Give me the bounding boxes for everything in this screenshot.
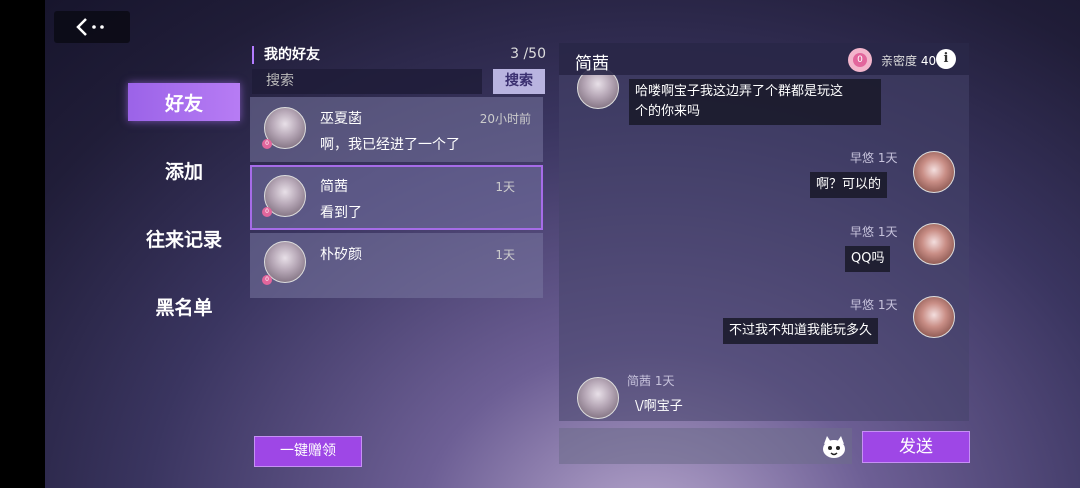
nav-history[interactable]: 往来记录 (128, 219, 240, 257)
intimacy-label: 亲密度 40 (881, 54, 937, 68)
friend-name: 简茜 (320, 179, 348, 195)
nav-add[interactable]: 添加 (128, 151, 240, 189)
friend-time: 20小时前 (479, 112, 531, 126)
chat-bubble: 啊？可以的 (810, 172, 888, 198)
left-edge-bar (0, 0, 45, 488)
intimacy-heart-icon: 0 (848, 48, 872, 72)
chat-header: 简茜 0 亲密度 40 i (559, 43, 969, 75)
avatar (577, 377, 619, 419)
friend-last-message: 看到了 (320, 205, 362, 221)
nav-blacklist[interactable]: 黑名单 (128, 287, 240, 325)
cat-emoji-icon[interactable] (821, 434, 847, 460)
friend-list-header: 我的好友 3 /50 (252, 44, 548, 70)
friend-item-selected[interactable]: 0 简茜 1天 看到了 (250, 165, 543, 230)
sender-meta: 早悠 1天 (850, 298, 898, 312)
friend-item[interactable]: 0 巫夏菡 20小时前 啊，我已经进了一个了 (250, 97, 543, 162)
chat-panel: 哈喽啊宝子我这边弄了个群都是玩这 个的你来吗 早悠 1天 啊？可以的 早悠 1天… (559, 43, 969, 421)
send-button[interactable]: 发送 (862, 431, 970, 463)
chat-bubble: \/啊宝子 (635, 399, 683, 414)
friend-name: 朴矽颜 (320, 247, 362, 263)
avatar (913, 223, 955, 265)
friend-name: 巫夏菡 (320, 111, 362, 127)
chat-title: 简茜 (575, 54, 609, 74)
friend-last-message: 啊，我已经进了一个了 (320, 137, 460, 153)
heart-icon: 0 (262, 275, 272, 285)
back-button[interactable] (54, 11, 130, 43)
friend-time: 1天 (495, 180, 515, 194)
nav-friends[interactable]: 好友 (128, 83, 240, 121)
heart-icon: 0 (262, 207, 272, 217)
info-icon[interactable]: i (936, 49, 956, 69)
chat-bubble: QQ吗 (845, 246, 891, 272)
avatar (913, 151, 955, 193)
gift-all-button[interactable]: 一键赠领 (254, 436, 362, 467)
avatar (913, 296, 955, 338)
chat-bubble: 不过我不知道我能玩多久 (723, 318, 879, 344)
chat-input[interactable] (559, 428, 852, 464)
search-input[interactable]: 搜索 (252, 69, 482, 94)
sender-meta: 早悠 1天 (850, 151, 898, 165)
friend-list-title: 我的好友 (252, 46, 320, 64)
search-button[interactable]: 搜索 (493, 69, 545, 94)
back-arrow-icon (76, 18, 104, 36)
friend-count: 3 /50 (510, 46, 546, 62)
friend-time: 1天 (495, 248, 515, 262)
sender-meta: 早悠 1天 (850, 225, 898, 239)
friend-item[interactable]: 0 朴矽颜 1天 (250, 233, 543, 298)
sender-meta: 简茜 1天 (627, 374, 675, 388)
heart-icon: 0 (262, 139, 272, 149)
chat-bubble: 哈喽啊宝子我这边弄了个群都是玩这 个的你来吗 (629, 79, 881, 125)
